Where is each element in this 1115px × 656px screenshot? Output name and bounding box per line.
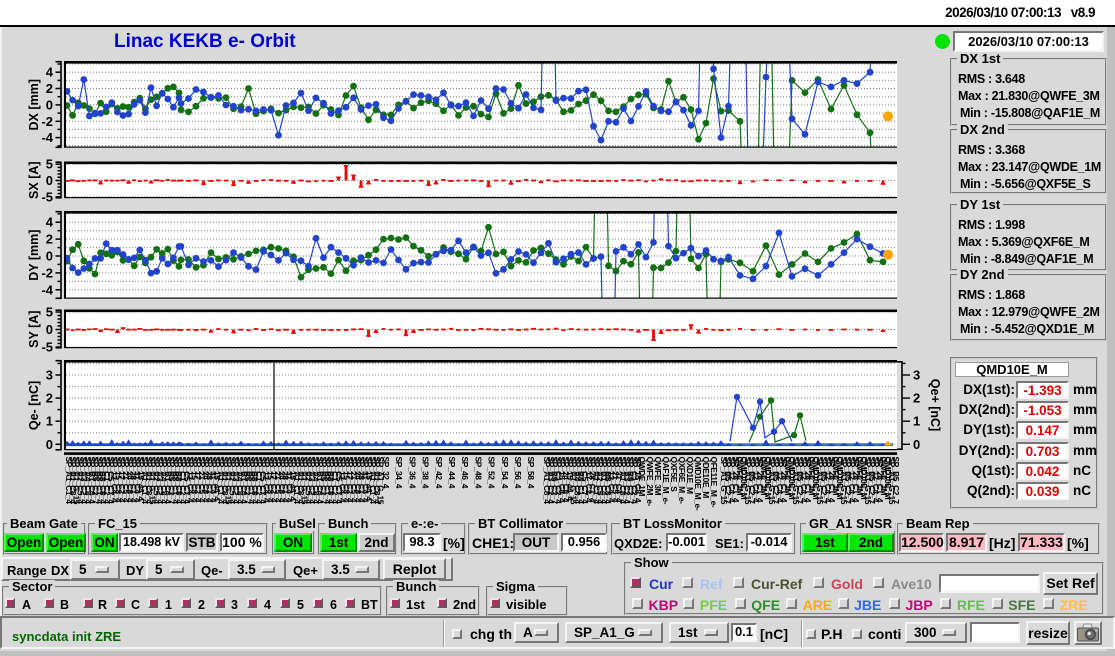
svg-text:0: 0: [46, 249, 53, 264]
svg-text:SP_58_4: SP_58_4: [526, 457, 536, 489]
svg-text:0: 0: [46, 322, 53, 337]
svg-text:SP_36_4: SP_36_4: [407, 457, 417, 489]
svg-text:0: 0: [46, 437, 53, 452]
svg-text:SP_34_4: SP_34_4: [394, 457, 404, 489]
svg-text:1: 1: [46, 414, 53, 429]
svg-text:0: 0: [913, 437, 920, 452]
svg-text:-5: -5: [41, 189, 53, 204]
svg-text:SP_38_4: SP_38_4: [421, 457, 431, 489]
svg-text:SP_32_4: SP_32_4: [381, 457, 391, 489]
svg-text:-4: -4: [41, 130, 53, 145]
svg-text:4: 4: [46, 215, 54, 230]
svg-text:2: 2: [46, 232, 53, 247]
svg-text:5: 5: [46, 157, 53, 172]
svg-text:2: 2: [913, 391, 920, 406]
svg-text:3: 3: [913, 368, 920, 383]
svg-text:SY [A]: SY [A]: [27, 311, 41, 348]
svg-text:0: 0: [46, 173, 53, 188]
svg-text:0: 0: [46, 97, 53, 112]
svg-text:-5: -5: [41, 340, 53, 355]
svg-text:3: 3: [46, 368, 53, 383]
svg-text:Qe+ [nC]: Qe+ [nC]: [928, 379, 942, 431]
svg-text:Qe- [nC]: Qe- [nC]: [27, 381, 41, 430]
svg-text:2: 2: [46, 81, 53, 96]
svg-text:SP_52_4: SP_52_4: [487, 457, 497, 489]
svg-text:SP_56_4: SP_56_4: [513, 457, 523, 489]
svg-text:SP_44_4: SP_44_4: [447, 457, 457, 489]
svg-text:5: 5: [46, 305, 53, 320]
svg-text:SP_48_4: SP_48_4: [473, 457, 483, 489]
svg-text:QFE11E_M_e-: QFE11E_M_e-: [709, 457, 719, 508]
svg-text:-4: -4: [41, 282, 53, 297]
svg-text:SP_46_4: SP_46_4: [460, 457, 470, 489]
svg-text:-2: -2: [41, 265, 53, 280]
svg-text:1: 1: [913, 414, 920, 429]
svg-text:DY [mm]: DY [mm]: [27, 230, 41, 281]
svg-text:SP_54_4: SP_54_4: [500, 457, 510, 489]
svg-text:SX [A]: SX [A]: [27, 161, 41, 199]
svg-text:SP_42_4: SP_42_4: [434, 457, 444, 489]
svg-text:SP_B5_C2_7: SP_B5_C2_7: [891, 457, 901, 505]
svg-text:-2: -2: [41, 114, 53, 129]
svg-text:4: 4: [46, 65, 54, 80]
svg-text:2: 2: [46, 391, 53, 406]
svg-text:DX [mm]: DX [mm]: [27, 79, 41, 130]
